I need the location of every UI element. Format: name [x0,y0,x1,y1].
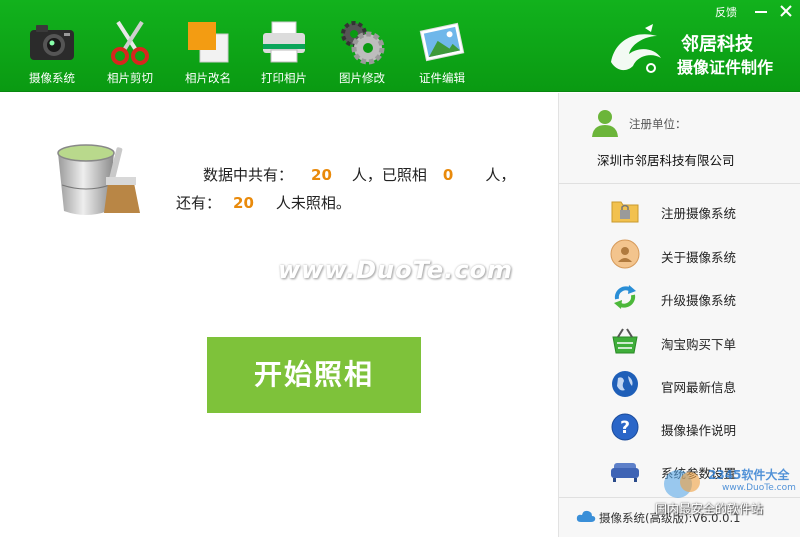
start-photo-button[interactable]: 开始照相 [207,337,421,413]
top-toolbar: 摄像系统 相片剪切 相片改名 打印相片 图片修改 证件编辑 反馈 邻居科技 摄像… [0,0,800,92]
sidebar-item-label: 官网最新信息 [661,380,737,395]
sidebar-item-label: 淘宝购买下单 [661,337,737,352]
brand-name: 邻居科技 [681,34,753,55]
remaining-count: 20 [233,194,254,212]
toolbar-id-edit[interactable]: 证件编辑 [404,0,480,92]
toolbar-label: 图片修改 [339,71,385,85]
photo-stats-line-2: 还有： 20 人未照相。 [176,192,351,213]
rename-icon [188,22,229,63]
toolbar-photo-crop[interactable]: 相片剪切 [92,0,168,92]
toolbar-label: 证件编辑 [419,71,465,85]
sidebar-item-label: 升级摄像系统 [661,293,737,308]
user-info-icon [610,239,640,269]
dragon-logo-icon [611,24,661,73]
help-icon: ? [611,413,639,441]
site-logo-url: www.DuoTe.com [722,483,796,493]
registered-company: 深圳市邻居科技有限公司 [597,153,735,168]
toolbar-photo-rename[interactable]: 相片改名 [170,0,246,92]
folder-lock-icon [611,201,639,223]
toolbar-label: 摄像系统 [29,71,75,85]
picture-icon [419,22,465,62]
refresh-icon [614,285,636,309]
printer-icon [263,21,305,63]
sidebar-item-upgrade[interactable]: 升级摄像系统 [609,281,789,313]
sidebar-item-taobao[interactable]: 淘宝购买下单 [609,325,789,357]
camera-icon [30,25,74,60]
toolbar-label: 相片改名 [185,71,231,85]
register-label: 注册单位： [629,117,687,131]
globe-icon [612,371,638,397]
sofa-settings-icon [611,463,639,482]
sidebar-item-help[interactable]: ? 摄像操作说明 [609,411,789,443]
sidebar-item-label: 摄像操作说明 [661,423,737,438]
toolbar-label: 相片剪切 [107,71,153,85]
site-slogan: 国内最安全的软件站 [655,502,764,516]
stats-text: 数据中共有： [203,166,294,184]
site-logo-watermark: 2345软件大全 www.DuoTe.com [660,462,800,502]
brand-logo: 邻居科技 摄像证件制作 [605,22,795,78]
user-icon [592,110,618,137]
sidebar-item-register[interactable]: 注册摄像系统 [609,194,789,226]
taken-count: 0 [442,166,454,184]
total-count: 20 [311,166,332,184]
toolbar-image-edit[interactable]: 图片修改 [324,0,400,92]
stats-text: 人，已照相 [351,166,427,184]
shopping-basket-icon [612,328,638,354]
paint-bucket-icon [57,144,140,215]
stats-text: 人， [485,166,516,184]
sidebar-item-label: 关于摄像系统 [661,250,737,265]
scissors-icon [111,20,149,65]
toolbar-print-photo[interactable]: 打印相片 [246,0,322,92]
photo-stats-line-1: 数据中共有： 20 人，已照相 0 人， [203,164,515,185]
watermark: www.DuoTe.com [278,256,513,284]
stats-text: 人未照相。 [275,194,351,212]
main-panel: 数据中共有： 20 人，已照相 0 人， 还有： 20 人未照相。 www.DuoTe.co… [0,93,558,537]
svg-text:?: ? [620,418,630,438]
sidebar-item-about[interactable]: 关于摄像系统 [609,238,789,270]
close-icon[interactable] [777,2,795,20]
sidebar-item-website[interactable]: 官网最新信息 [609,368,789,400]
minimize-icon[interactable] [752,2,770,20]
gears-icon [341,21,385,65]
divider [559,183,800,184]
cloud-icon [576,510,596,522]
brand-product: 摄像证件制作 [677,58,774,77]
site-logo-title: 2345软件大全 [708,468,790,482]
toolbar-label: 打印相片 [261,71,307,85]
feedback-link[interactable]: 反馈 [715,4,737,20]
sidebar-item-label: 注册摄像系统 [661,206,737,221]
stats-text: 还有： [176,194,222,212]
toolbar-camera-system[interactable]: 摄像系统 [14,0,90,92]
